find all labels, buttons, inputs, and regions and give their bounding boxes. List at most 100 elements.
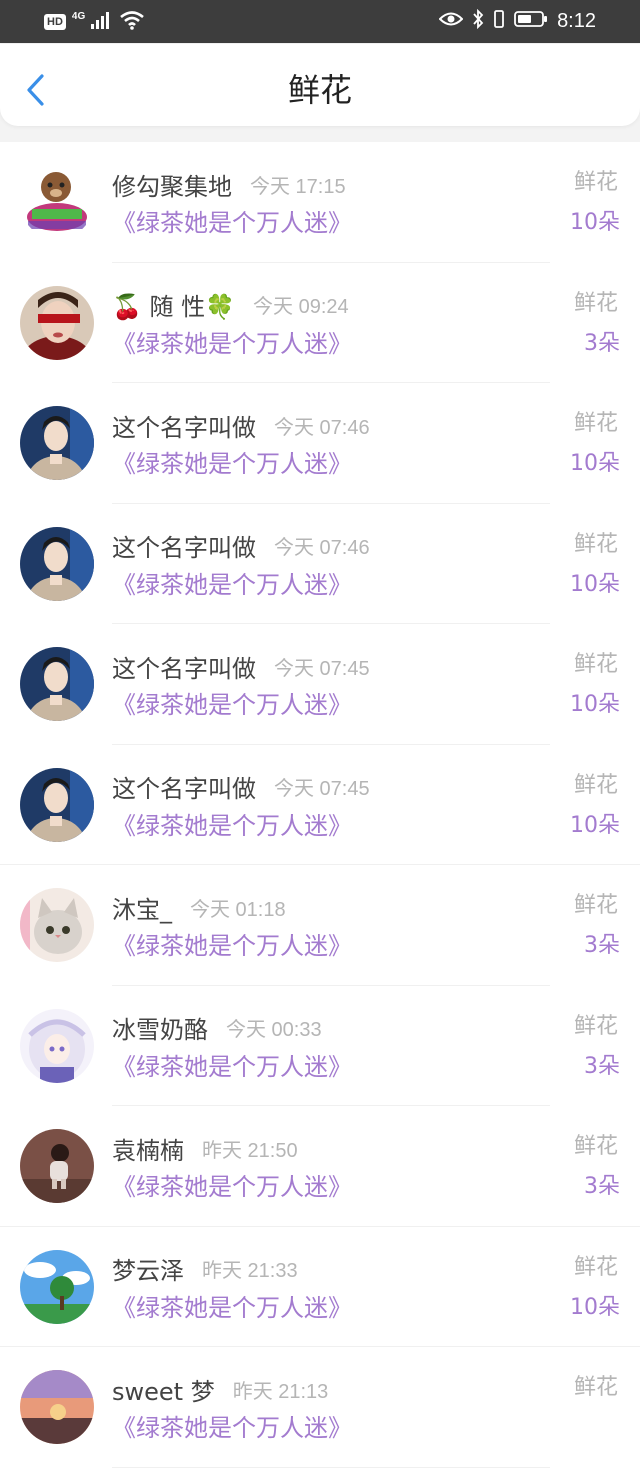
signal-icon: [91, 11, 113, 33]
user-name[interactable]: 袁楠楠: [112, 1131, 184, 1166]
timestamp: 今天 00:33: [226, 1019, 322, 1041]
name-line: 这个名字叫做 今天 07:45: [112, 649, 370, 683]
user-name[interactable]: 这个名字叫做: [112, 528, 256, 563]
book-title-link[interactable]: 《绿茶她是个万人迷》: [112, 1170, 352, 1204]
tree-sky-avatar[interactable]: [20, 1249, 94, 1324]
name-line: 这个名字叫做 今天 07:46: [112, 408, 370, 442]
battery-icon: [514, 10, 548, 32]
timestamp: 今天 09:24: [253, 296, 349, 318]
book-title-link[interactable]: 《绿茶她是个万人迷》: [112, 447, 352, 481]
navigation-bar: 鲜花: [0, 44, 640, 126]
gift-count: 10朵: [570, 451, 620, 476]
blindfold-girl-avatar[interactable]: [20, 285, 94, 360]
hd-badge: HD: [44, 14, 66, 30]
status-right: 8:12: [438, 8, 596, 33]
gift-count: 3朵: [584, 330, 620, 356]
name-line: 这个名字叫做 今天 07:45: [112, 770, 370, 804]
gift-count: 10朵: [570, 692, 620, 717]
gift-type-label: 鲜花: [573, 652, 618, 677]
gift-type-label: 鲜花: [573, 531, 618, 557]
anime-girl-avatar[interactable]: [20, 1008, 94, 1083]
young-man-avatar[interactable]: [20, 767, 94, 842]
gift-type-label: 鲜花: [573, 1375, 618, 1400]
list-item[interactable]: 这个名字叫做 今天 07:46 《绿茶她是个万人迷》 鲜花 10朵: [0, 504, 640, 624]
gift-type-label: 鲜花: [573, 411, 618, 436]
user-name[interactable]: 修勾聚集地: [112, 167, 232, 202]
name-line: 这个名字叫做 今天 07:46: [112, 529, 370, 563]
toddler-avatar[interactable]: [20, 1129, 94, 1203]
book-title-link[interactable]: 《绿茶她是个万人迷》: [112, 568, 352, 602]
gift-count: 10朵: [570, 812, 620, 838]
list-item[interactable]: 袁楠楠 昨天 21:50 《绿茶她是个万人迷》 鲜花 3朵: [0, 1106, 640, 1227]
gift-count: 3朵: [584, 1174, 620, 1199]
list-item[interactable]: 🍒 随 性🍀 今天 09:24 《绿茶她是个万人迷》 鲜花 3朵: [0, 263, 640, 383]
cat-avatar[interactable]: [20, 888, 94, 962]
status-clock: 8:12: [557, 10, 596, 32]
book-title-link[interactable]: 《绿茶她是个万人迷》: [112, 1050, 352, 1084]
name-line: 沐宝_ 今天 01:18: [112, 890, 286, 924]
eye-icon: [438, 11, 464, 31]
book-title-link[interactable]: 《绿茶她是个万人迷》: [112, 327, 352, 361]
gift-count: 10朵: [570, 571, 620, 597]
cartoon-dog-avatar[interactable]: [20, 165, 94, 239]
gift-type-label: 鲜花: [573, 1134, 618, 1159]
list-item[interactable]: 冰雪奶酪 今天 00:33 《绿茶她是个万人迷》 鲜花 3朵: [0, 986, 640, 1106]
gift-count: 10朵: [570, 210, 620, 235]
sunset-avatar[interactable]: [20, 1370, 94, 1444]
book-title-link[interactable]: 《绿茶她是个万人迷》: [112, 688, 352, 722]
list-item[interactable]: 这个名字叫做 今天 07:45 《绿茶她是个万人迷》 鲜花 10朵: [0, 624, 640, 745]
book-title-link[interactable]: 《绿茶她是个万人迷》: [112, 1291, 352, 1325]
gift-type-label: 鲜花: [573, 1013, 618, 1039]
user-name[interactable]: 这个名字叫做: [112, 649, 256, 684]
gift-type-label: 鲜花: [573, 772, 618, 798]
list-item[interactable]: 梦云泽 昨天 21:33 《绿茶她是个万人迷》 鲜花 10朵: [0, 1227, 640, 1347]
gift-type-label: 鲜花: [573, 1254, 618, 1280]
young-man-avatar[interactable]: [20, 526, 94, 601]
user-name[interactable]: 冰雪奶酪: [112, 1010, 208, 1045]
name-line: 袁楠楠 昨天 21:50: [112, 1131, 298, 1165]
row-divider: [112, 1466, 550, 1468]
gift-count: 10朵: [570, 1294, 620, 1320]
list-item[interactable]: 这个名字叫做 今天 07:45 《绿茶她是个万人迷》 鲜花 10朵: [0, 745, 640, 865]
user-name[interactable]: 这个名字叫做: [112, 408, 256, 443]
gift-type-label: 鲜花: [573, 893, 618, 918]
timestamp: 今天 07:45: [274, 657, 370, 680]
user-name[interactable]: 梦云泽: [112, 1251, 184, 1286]
list-item[interactable]: 沐宝_ 今天 01:18 《绿茶她是个万人迷》 鲜花 3朵: [0, 865, 640, 986]
user-name[interactable]: 🍒 随 性🍀: [112, 287, 235, 322]
timestamp: 昨天 21:13: [232, 1380, 329, 1403]
young-man-avatar[interactable]: [20, 406, 94, 480]
list-item[interactable]: sweet 梦 昨天 21:13 《绿茶她是个万人迷》 鲜花: [0, 1347, 640, 1468]
timestamp: 今天 01:18: [190, 898, 286, 921]
name-line: 梦云泽 昨天 21:33: [112, 1252, 298, 1286]
book-title-link[interactable]: 《绿茶她是个万人迷》: [112, 809, 352, 843]
user-name[interactable]: 这个名字叫做: [112, 769, 256, 804]
user-name[interactable]: 沐宝_: [112, 890, 172, 925]
name-line: 修勾聚集地 今天 17:15: [112, 167, 346, 201]
book-title-link[interactable]: 《绿茶她是个万人迷》: [112, 929, 352, 963]
flower-gift-list: 修勾聚集地 今天 17:15 《绿茶她是个万人迷》 鲜花 10朵 🍒 随 性🍀 …: [0, 142, 640, 1468]
book-title-link[interactable]: 《绿茶她是个万人迷》: [112, 1411, 352, 1445]
wifi-icon: [119, 10, 145, 34]
bluetooth-icon: [472, 8, 484, 33]
timestamp: 今天 17:15: [250, 175, 346, 198]
page-title: 鲜花: [287, 71, 352, 109]
user-name[interactable]: sweet 梦: [112, 1372, 215, 1407]
name-line: 🍒 随 性🍀 今天 09:24: [112, 288, 349, 322]
timestamp: 昨天 21:33: [202, 1260, 298, 1282]
gift-count: 3朵: [584, 933, 620, 958]
timestamp: 今天 07:45: [274, 778, 370, 800]
timestamp: 今天 07:46: [274, 537, 370, 559]
list-item[interactable]: 这个名字叫做 今天 07:46 《绿茶她是个万人迷》 鲜花 10朵: [0, 383, 640, 504]
name-line: sweet 梦 昨天 21:13: [112, 1372, 328, 1406]
name-line: 冰雪奶酪 今天 00:33: [112, 1011, 322, 1045]
list-item[interactable]: 修勾聚集地 今天 17:15 《绿茶她是个万人迷》 鲜花 10朵: [0, 142, 640, 263]
young-man-avatar[interactable]: [20, 647, 94, 721]
gift-type-label: 鲜花: [573, 290, 618, 316]
status-left: HD 4G: [44, 10, 145, 34]
vibrate-icon: [493, 9, 505, 33]
gift-type-label: 鲜花: [573, 170, 618, 195]
timestamp: 今天 07:46: [274, 416, 370, 439]
book-title-link[interactable]: 《绿茶她是个万人迷》: [112, 206, 352, 240]
gift-count: 3朵: [584, 1053, 620, 1079]
